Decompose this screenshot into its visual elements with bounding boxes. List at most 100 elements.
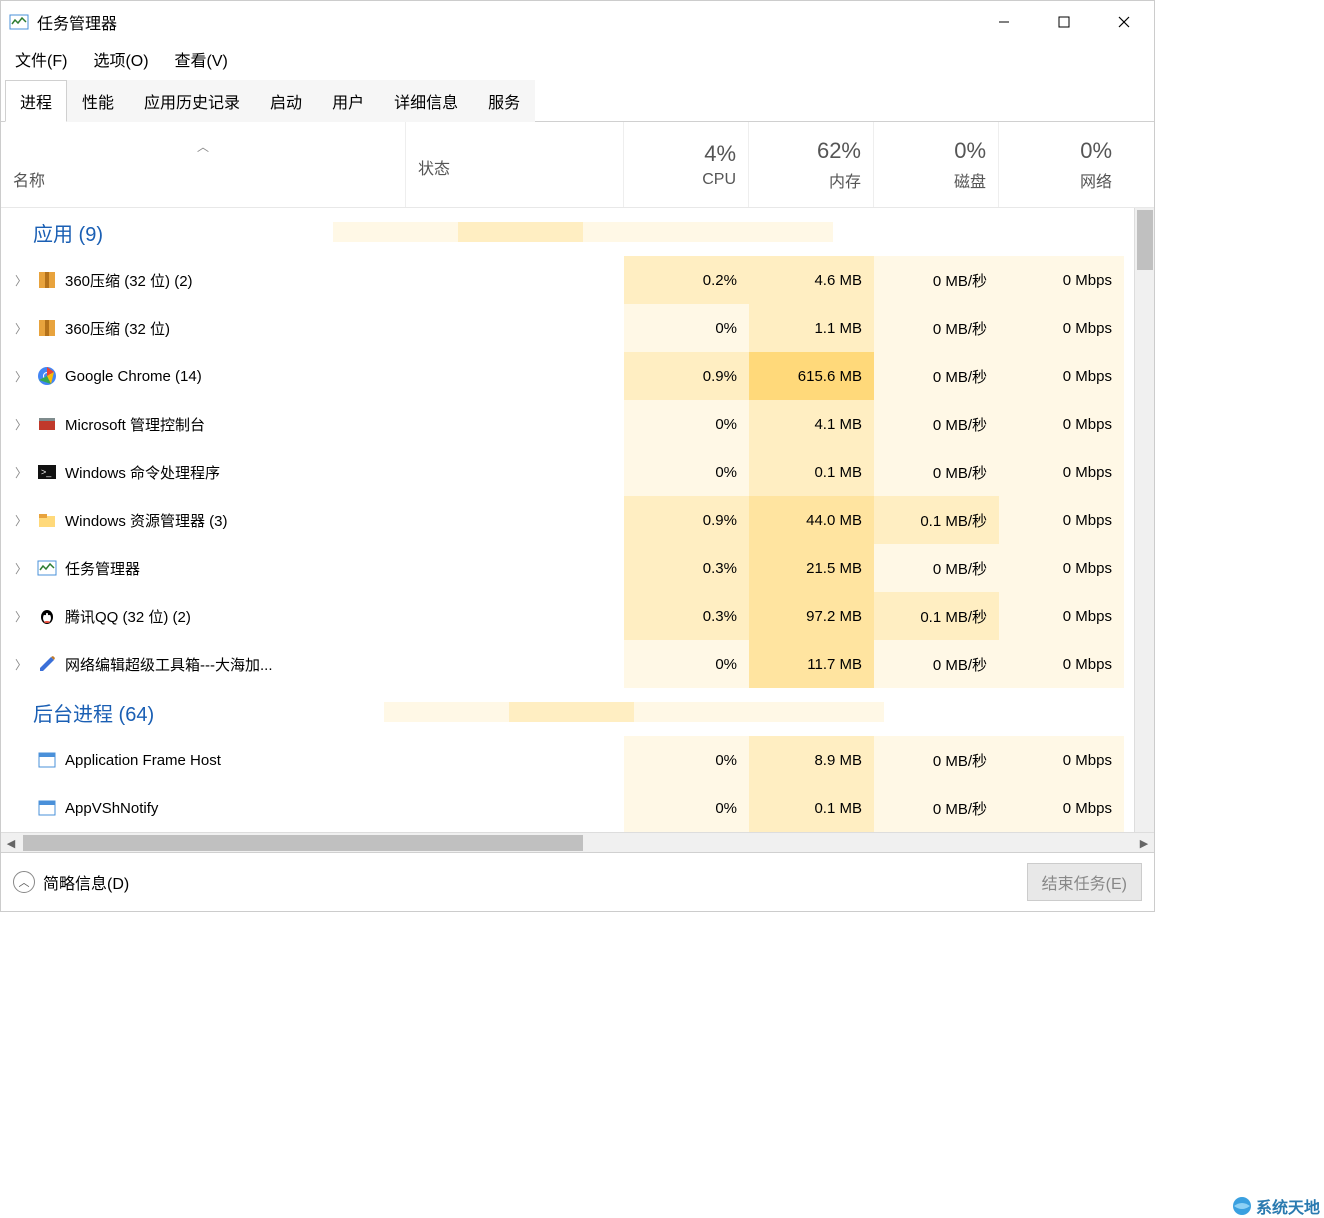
process-icon bbox=[37, 750, 57, 770]
titlebar[interactable]: 任务管理器 bbox=[1, 1, 1154, 43]
process-disk: 0 MB/秒 bbox=[874, 640, 999, 688]
process-cpu: 0% bbox=[624, 736, 749, 784]
tab-startup[interactable]: 启动 bbox=[255, 80, 317, 122]
process-row[interactable]: Application Frame Host0%8.9 MB0 MB/秒0 Mb… bbox=[1, 736, 1154, 784]
process-memory: 4.6 MB bbox=[749, 256, 874, 304]
process-network: 0 Mbps bbox=[999, 448, 1124, 496]
tab-users[interactable]: 用户 bbox=[317, 80, 379, 122]
process-status bbox=[406, 544, 624, 592]
process-name-cell: AppVShNotify bbox=[1, 784, 406, 832]
process-name-cell: 〉 Microsoft 管理控制台 bbox=[1, 400, 406, 448]
memory-total: 62% bbox=[817, 138, 861, 164]
group-apps[interactable]: 应用 (9) bbox=[1, 208, 1154, 256]
process-row[interactable]: 〉360压缩 (32 位)0%1.1 MB0 MB/秒0 Mbps bbox=[1, 304, 1154, 352]
menubar: 文件(F) 选项(O) 查看(V) bbox=[1, 43, 1154, 79]
process-row[interactable]: 〉Google Chrome (14)0.9%615.6 MB0 MB/秒0 M… bbox=[1, 352, 1154, 400]
tab-performance[interactable]: 性能 bbox=[67, 80, 129, 122]
column-status[interactable]: 状态 bbox=[406, 122, 624, 207]
process-name-cell: 〉 网络编辑超级工具箱---大海加... bbox=[1, 640, 406, 688]
process-memory: 8.9 MB bbox=[749, 736, 874, 784]
expand-chevron-icon[interactable]: 〉 bbox=[13, 464, 29, 481]
maximize-button[interactable] bbox=[1034, 1, 1094, 43]
expand-chevron-icon[interactable]: 〉 bbox=[13, 416, 29, 433]
column-name[interactable]: ︿ 名称 bbox=[1, 122, 406, 207]
process-status bbox=[406, 640, 624, 688]
process-row[interactable]: 〉360压缩 (32 位) (2)0.2%4.6 MB0 MB/秒0 Mbps bbox=[1, 256, 1154, 304]
process-cpu: 0% bbox=[624, 784, 749, 832]
scroll-right-icon[interactable]: ▶ bbox=[1134, 833, 1154, 853]
process-row[interactable]: 〉>_Windows 命令处理程序0%0.1 MB0 MB/秒0 Mbps bbox=[1, 448, 1154, 496]
hscroll-thumb[interactable] bbox=[23, 835, 583, 851]
group-background[interactable]: 后台进程 (64) bbox=[1, 688, 1154, 736]
column-name-label: 名称 bbox=[13, 167, 393, 191]
process-disk: 0 MB/秒 bbox=[874, 736, 999, 784]
process-name-cell: 〉360压缩 (32 位) (2) bbox=[1, 256, 406, 304]
tab-details[interactable]: 详细信息 bbox=[379, 80, 473, 122]
end-task-button[interactable]: 结束任务(E) bbox=[1027, 863, 1142, 901]
process-cpu: 0.3% bbox=[624, 544, 749, 592]
process-row[interactable]: 〉网络编辑超级工具箱---大海加...0%11.7 MB0 MB/秒0 Mbps bbox=[1, 640, 1154, 688]
process-name: Microsoft 管理控制台 bbox=[65, 414, 205, 435]
vertical-scrollbar[interactable] bbox=[1134, 208, 1154, 832]
group-background-label: 后台进程 (64) bbox=[33, 698, 154, 727]
process-icon bbox=[37, 558, 57, 578]
column-network[interactable]: 0% 网络 bbox=[999, 122, 1124, 207]
column-cpu[interactable]: 4% CPU bbox=[624, 122, 749, 207]
process-cpu: 0% bbox=[624, 448, 749, 496]
process-icon bbox=[37, 414, 57, 434]
menu-options[interactable]: 选项(O) bbox=[89, 45, 152, 73]
expand-chevron-icon[interactable]: 〉 bbox=[13, 560, 29, 577]
close-button[interactable] bbox=[1094, 1, 1154, 43]
process-memory: 44.0 MB bbox=[749, 496, 874, 544]
fewer-details-label: 简略信息(D) bbox=[43, 870, 129, 894]
process-network: 0 Mbps bbox=[999, 736, 1124, 784]
process-row[interactable]: 〉Windows 资源管理器 (3)0.9%44.0 MB0.1 MB/秒0 M… bbox=[1, 496, 1154, 544]
minimize-button[interactable] bbox=[974, 1, 1034, 43]
process-row[interactable]: 〉Microsoft 管理控制台0%4.1 MB0 MB/秒0 Mbps bbox=[1, 400, 1154, 448]
scroll-left-icon[interactable]: ◀ bbox=[1, 833, 21, 853]
chevron-up-icon: ︿ bbox=[13, 871, 35, 893]
process-name: AppVShNotify bbox=[65, 800, 158, 817]
expand-chevron-icon[interactable]: 〉 bbox=[13, 608, 29, 625]
menu-view[interactable]: 查看(V) bbox=[171, 45, 232, 73]
process-memory: 0.1 MB bbox=[749, 448, 874, 496]
process-network: 0 Mbps bbox=[999, 400, 1124, 448]
process-row[interactable]: AppVShNotify0%0.1 MB0 MB/秒0 Mbps bbox=[1, 784, 1154, 832]
process-row[interactable]: 〉任务管理器0.3%21.5 MB0 MB/秒0 Mbps bbox=[1, 544, 1154, 592]
process-icon: >_ bbox=[37, 462, 57, 482]
disk-total: 0% bbox=[954, 138, 986, 164]
scrollbar-thumb[interactable] bbox=[1137, 210, 1153, 270]
process-status bbox=[406, 784, 624, 832]
process-cpu: 0% bbox=[624, 400, 749, 448]
menu-file[interactable]: 文件(F) bbox=[11, 45, 71, 73]
tab-services[interactable]: 服务 bbox=[473, 80, 535, 122]
horizontal-scrollbar[interactable]: ◀ ▶ bbox=[1, 832, 1154, 852]
expand-chevron-icon[interactable]: 〉 bbox=[13, 512, 29, 529]
expand-chevron-icon[interactable]: 〉 bbox=[13, 272, 29, 289]
fewer-details-toggle[interactable]: ︿ 简略信息(D) bbox=[13, 870, 129, 894]
process-network: 0 Mbps bbox=[999, 304, 1124, 352]
task-manager-window: 任务管理器 文件(F) 选项(O) 查看(V) 进程 性能 应用历史记录 启动 … bbox=[0, 0, 1155, 912]
process-name: 网络编辑超级工具箱---大海加... bbox=[65, 654, 273, 675]
process-name: Windows 资源管理器 (3) bbox=[65, 510, 228, 531]
process-row[interactable]: 〉腾讯QQ (32 位) (2)0.3%97.2 MB0.1 MB/秒0 Mbp… bbox=[1, 592, 1154, 640]
process-disk: 0.1 MB/秒 bbox=[874, 592, 999, 640]
process-icon bbox=[37, 318, 57, 338]
tab-app-history[interactable]: 应用历史记录 bbox=[129, 80, 255, 122]
process-name: Windows 命令处理程序 bbox=[65, 462, 220, 483]
tab-processes[interactable]: 进程 bbox=[5, 80, 67, 122]
process-network: 0 Mbps bbox=[999, 256, 1124, 304]
column-disk-label: 磁盘 bbox=[954, 168, 986, 192]
expand-chevron-icon[interactable]: 〉 bbox=[13, 656, 29, 673]
svg-text:>_: >_ bbox=[41, 467, 52, 477]
process-icon bbox=[37, 510, 57, 530]
expand-chevron-icon[interactable]: 〉 bbox=[13, 320, 29, 337]
process-name-cell: 〉Google Chrome (14) bbox=[1, 352, 406, 400]
expand-chevron-icon[interactable]: 〉 bbox=[13, 368, 29, 385]
column-status-label: 状态 bbox=[418, 155, 611, 179]
column-disk[interactable]: 0% 磁盘 bbox=[874, 122, 999, 207]
process-status bbox=[406, 736, 624, 784]
process-name: 360压缩 (32 位) bbox=[65, 318, 170, 339]
process-status bbox=[406, 256, 624, 304]
column-memory[interactable]: 62% 内存 bbox=[749, 122, 874, 207]
